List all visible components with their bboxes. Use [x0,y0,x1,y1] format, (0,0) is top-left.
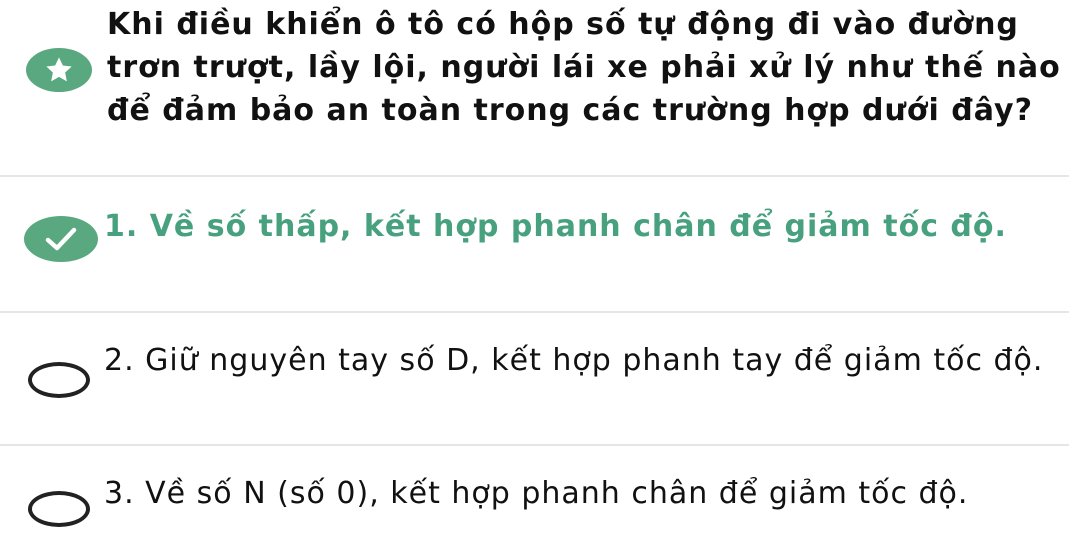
checkmark-glyph [45,227,77,251]
answer-text-1: 1. Về số thấp, kết hợp phanh chân để giả… [104,209,1007,244]
answer-text-3: 3. Về số N (số 0), kết hợp phanh chân để… [104,476,969,511]
radio-empty-icon[interactable] [28,491,90,527]
answer-text-2: 2. Giữ nguyên tay số D, kết hợp phanh ta… [104,343,1044,378]
question-block: Khi điều khiển ô tô có hộp số tự động đi… [0,0,1079,175]
radio-empty-icon[interactable] [28,362,90,398]
answer-option-2[interactable]: 2. Giữ nguyên tay số D, kết hợp phanh ta… [0,312,1079,444]
checkmark-icon [24,216,98,262]
answer-option-1[interactable]: 1. Về số thấp, kết hợp phanh chân để giả… [0,176,1079,311]
star-icon[interactable] [26,48,92,92]
star-glyph [46,57,72,82]
answer-option-3[interactable]: 3. Về số N (số 0), kết hợp phanh chân để… [0,445,1079,557]
question-text: Khi điều khiển ô tô có hộp số tự động đi… [107,7,1061,128]
